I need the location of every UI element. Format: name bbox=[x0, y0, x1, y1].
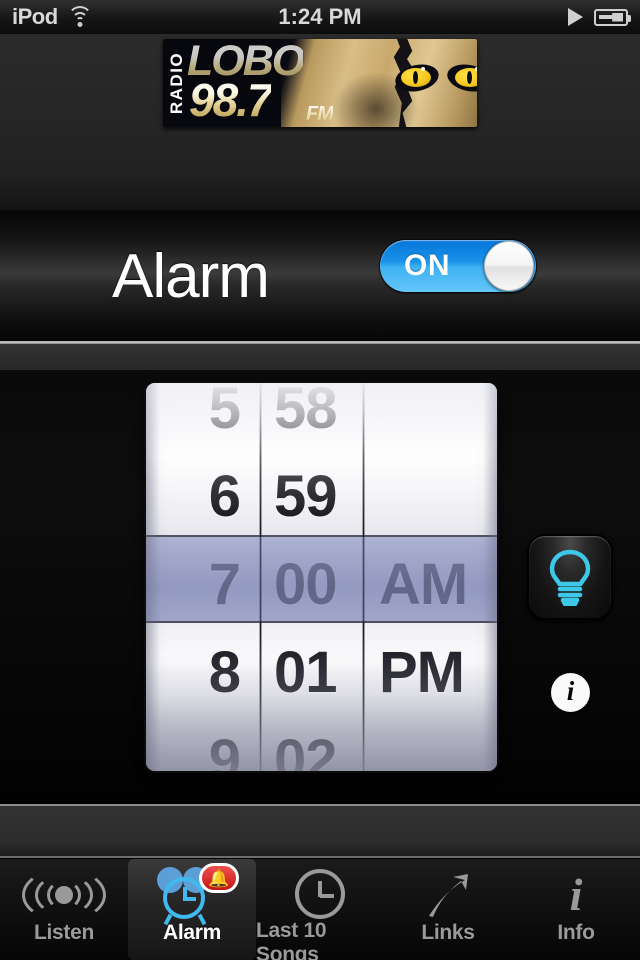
play-icon bbox=[568, 8, 583, 26]
picker-item[interactable]: 5 bbox=[146, 383, 262, 453]
tab-label: Last 10 Songs bbox=[256, 919, 327, 960]
picker-item[interactable]: PM bbox=[365, 629, 497, 717]
station-banner[interactable]: RADIO LOBO 98.7 FM bbox=[163, 39, 477, 127]
tab-bar: Listen 🔔 Alarm Last 10 Songs Links i Inf… bbox=[0, 858, 640, 960]
tab-label: Alarm bbox=[162, 921, 222, 944]
alarm-badge: 🔔 bbox=[199, 863, 239, 893]
lightbulb-button[interactable] bbox=[527, 534, 613, 620]
broadcast-waves-icon bbox=[16, 868, 112, 922]
page-title: Alarm bbox=[112, 241, 270, 311]
picker-column-hour[interactable]: 5 6 7 8 9 bbox=[146, 383, 262, 771]
status-bar-right bbox=[440, 8, 640, 26]
app-root: iPod 1:24 PM RADIO LOBO 98.7 FM Alarm ON… bbox=[0, 0, 640, 960]
info-icon: i bbox=[566, 676, 575, 706]
alarm-toggle-label: ON bbox=[404, 249, 450, 282]
tab-label: Info bbox=[557, 921, 595, 944]
tab-label: Links bbox=[421, 921, 475, 944]
picker-item-selected[interactable]: 00 bbox=[262, 541, 365, 629]
picker-column-minute[interactable]: 58 59 00 01 02 bbox=[262, 383, 365, 771]
picker-item[interactable]: 58 bbox=[262, 383, 365, 453]
tab-label: Listen bbox=[33, 921, 95, 944]
picker-item[interactable]: 01 bbox=[262, 629, 365, 717]
tab-listen[interactable]: Listen bbox=[0, 859, 128, 960]
carrier-label: iPod bbox=[12, 4, 58, 29]
picker-item-selected[interactable]: 7 bbox=[146, 541, 262, 629]
status-bar: iPod 1:24 PM bbox=[0, 0, 640, 34]
picker-item[interactable]: 9 bbox=[146, 717, 262, 771]
banner-zone: RADIO LOBO 98.7 FM bbox=[0, 34, 640, 210]
alarm-toggle-knob[interactable] bbox=[484, 241, 534, 291]
banner-frequency: 98.7 bbox=[189, 74, 273, 126]
wifi-icon bbox=[67, 6, 93, 27]
time-picker[interactable]: 5 6 7 8 9 58 59 00 01 02 AM PM bbox=[146, 383, 497, 771]
lightbulb-icon bbox=[549, 549, 591, 606]
picker-item[interactable]: 6 bbox=[146, 453, 262, 541]
tab-alarm[interactable]: 🔔 Alarm bbox=[128, 859, 256, 960]
clock-icon bbox=[295, 869, 345, 919]
tab-links[interactable]: Links bbox=[384, 859, 512, 960]
tab-info[interactable]: i Info bbox=[512, 859, 640, 960]
status-bar-left: iPod bbox=[0, 4, 200, 30]
alarm-row: Alarm bbox=[0, 210, 640, 342]
picker-item-selected[interactable]: AM bbox=[365, 541, 497, 629]
alarm-toggle[interactable]: ON bbox=[380, 240, 536, 292]
status-bar-clock: 1:24 PM bbox=[278, 4, 362, 29]
picker-item[interactable]: 59 bbox=[262, 453, 365, 541]
banner-band: FM bbox=[306, 103, 334, 125]
battery-charging-icon bbox=[594, 8, 631, 26]
alarm-clock-icon: 🔔 bbox=[155, 863, 239, 926]
info-italic-icon: i bbox=[569, 869, 583, 920]
arrow-up-right-icon bbox=[423, 869, 473, 921]
picker-item[interactable]: 02 bbox=[262, 717, 365, 771]
picker-item[interactable]: 8 bbox=[146, 629, 262, 717]
lower-band bbox=[0, 806, 640, 858]
tab-last-10-songs[interactable]: Last 10 Songs bbox=[256, 859, 384, 960]
picker-item[interactable] bbox=[365, 383, 497, 453]
picker-item[interactable] bbox=[365, 453, 497, 541]
picker-item[interactable] bbox=[365, 717, 497, 771]
picker-column-meridiem[interactable]: AM PM bbox=[365, 383, 497, 771]
sub-band bbox=[0, 344, 640, 370]
info-button[interactable]: i bbox=[551, 673, 590, 712]
